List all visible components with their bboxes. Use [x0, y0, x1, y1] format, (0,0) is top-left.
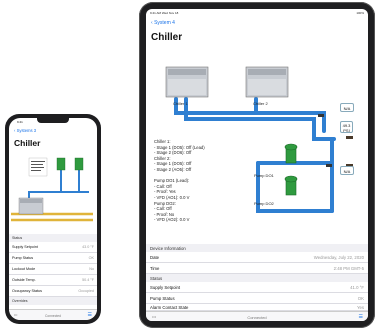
back-label: Systems 3	[16, 128, 37, 133]
alarm-contact-label: Alarm Contact State	[150, 305, 189, 310]
table-row: Lockout Mode No	[9, 264, 97, 275]
bottom-toolbar: ••• Connected ☰	[9, 309, 97, 320]
pump-do2	[284, 175, 298, 196]
connection-status: Connected	[247, 315, 267, 320]
battery-status: 100%	[356, 11, 364, 15]
section-device-information: Device Information	[146, 244, 368, 252]
chiller-1-label: Chiller 1	[173, 101, 188, 106]
chiller-schematic-mini	[11, 157, 93, 222]
iphone-screen: 9:41 ‹ Systems 3 Chiller Status Supply S…	[9, 118, 97, 320]
alarm-contact-value: Yes	[356, 305, 364, 310]
bottom-toolbar: ••• Connected ☰	[146, 311, 368, 321]
section-status: Status	[146, 274, 368, 282]
row-value: OK	[88, 256, 94, 260]
time-value: 2:48 PM GMT-5	[333, 266, 364, 271]
date-label: Date	[150, 255, 160, 260]
row-time: Time 2:48 PM GMT-5	[146, 263, 368, 274]
row-supply-setpoint[interactable]: Supply Setpoint 41.0 °F	[146, 282, 368, 293]
section-overrides: Overrides	[9, 297, 97, 305]
page-title: Chiller	[151, 32, 183, 43]
na-sensor-2: N/A	[340, 166, 354, 175]
row-alarm-contact: Alarm Contact State Yes	[146, 304, 368, 311]
iphone-status-table: Status Supply Setpoint 43.0 °F Pump Stat…	[9, 234, 97, 305]
pipe-supply-top	[174, 97, 326, 133]
menu-icon[interactable]: ☰	[88, 312, 92, 318]
back-button[interactable]: ‹ Systems 3	[14, 128, 36, 133]
row-label: Lockout Mode	[12, 267, 36, 271]
row-value: 43.0 °F	[82, 245, 94, 249]
supply-setpoint-label: Supply Setpoint	[150, 285, 181, 290]
chiller-2-label: Chiller 2	[253, 101, 268, 106]
table-row: Pump Status OK	[9, 253, 97, 264]
row-value: Occupied	[78, 289, 94, 293]
na-sensor-1: N/A	[340, 103, 354, 112]
back-label: System 4	[154, 20, 175, 26]
chiller-1-unit	[165, 66, 209, 98]
menu-icon[interactable]: ☰	[359, 314, 363, 320]
time-label: Time	[150, 266, 160, 271]
iphone-notch	[37, 118, 69, 123]
pump-status-value: OK	[357, 296, 364, 301]
row-value: No	[89, 267, 94, 271]
row-pump-status: Pump Status OK	[146, 293, 368, 304]
equipment-status-text: Chiller 1: - Stage 1 (DO5): Off (Lead) -…	[154, 139, 205, 223]
supply-setpoint-value: 41.0 °F	[350, 285, 364, 290]
table-row: Outside Temp. 50.4 °F	[9, 275, 97, 286]
status-time: 9:41	[17, 120, 23, 124]
pump-do2-label: Pump DO2	[254, 201, 274, 206]
back-button[interactable]: ‹ System 4	[151, 20, 175, 26]
pump-status-label: Pump Status	[150, 296, 175, 301]
row-label: Pump Status	[12, 256, 34, 260]
ipad-screen: 9:41 AM Wed Nov 18 100% ‹ System 4 Chill…	[146, 9, 368, 321]
pressure-readout: 49.3 PSI	[340, 121, 353, 133]
chiller-diagram: Chiller 1 Chiller 2 Pump DO1 Pump DO2 N/…	[146, 51, 368, 244]
row-date: Date Wednesday, July 22, 2020	[146, 252, 368, 263]
psi-unit: PSI	[343, 128, 350, 133]
table-row: Occupancy Status Occupied	[9, 286, 97, 297]
section-status: Status	[9, 234, 97, 242]
iphone-device: 9:41 ‹ Systems 3 Chiller Status Supply S…	[5, 114, 101, 324]
chiller-diagram-mini	[9, 152, 97, 234]
pump-do1-label: Pump DO1	[254, 173, 274, 178]
ipad-info-table: Device Information Date Wednesday, July …	[146, 244, 368, 311]
row-label: Occupancy Status	[12, 289, 42, 293]
chiller-2-unit	[245, 66, 289, 98]
row-label: Supply Setpoint	[12, 245, 38, 249]
status-time: 9:41 AM Wed Nov 18	[150, 11, 179, 15]
table-row[interactable]: Supply Setpoint 43.0 °F	[9, 242, 97, 253]
row-value: 50.4 °F	[82, 278, 94, 282]
date-value: Wednesday, July 22, 2020	[313, 255, 364, 260]
row-label: Outside Temp.	[12, 278, 36, 282]
pump-do1	[284, 143, 298, 164]
ipad-device: 9:41 AM Wed Nov 18 100% ‹ System 4 Chill…	[139, 2, 375, 328]
connection-status: Connected	[45, 313, 61, 318]
page-title: Chiller	[14, 138, 41, 148]
status-bar: 9:41 AM Wed Nov 18 100%	[146, 9, 368, 17]
